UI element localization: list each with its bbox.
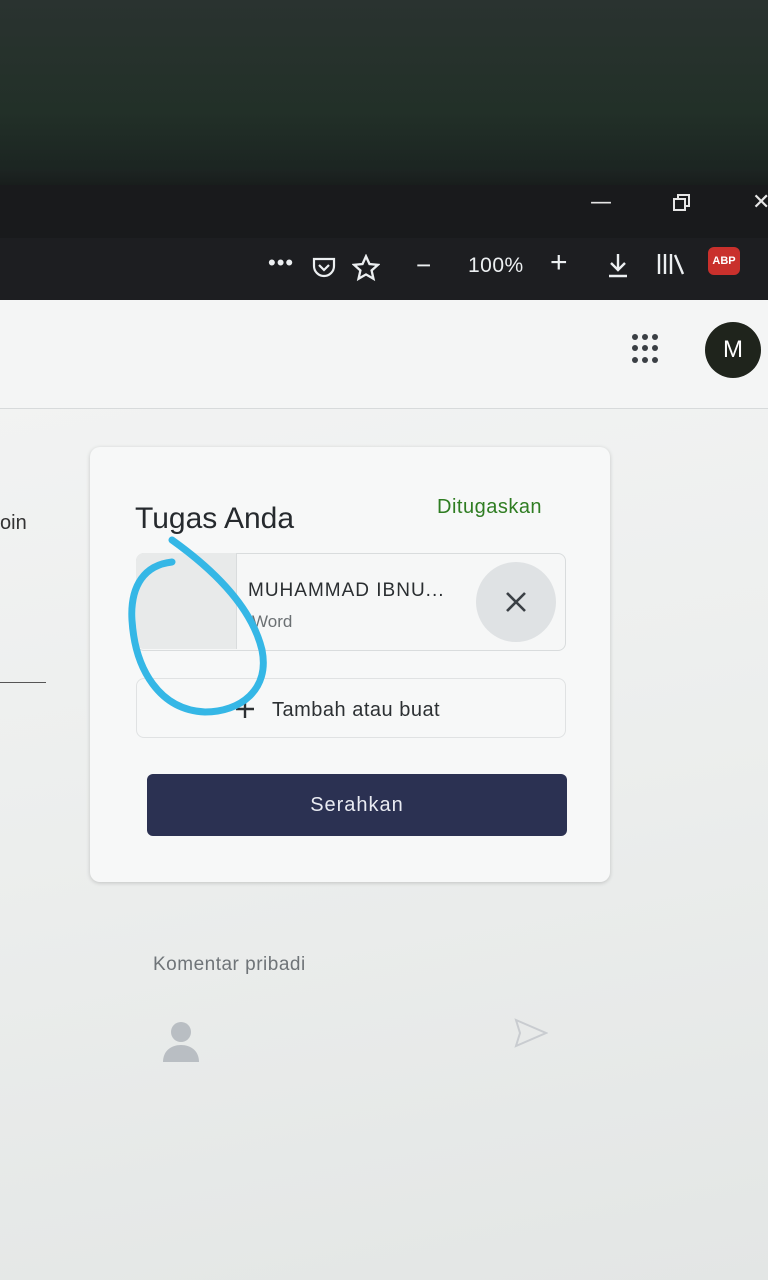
- more-icon[interactable]: •••: [268, 250, 294, 276]
- adblock-icon[interactable]: ABP: [708, 247, 740, 275]
- remove-attachment-button[interactable]: [476, 562, 556, 642]
- send-icon[interactable]: [514, 1018, 548, 1048]
- left-panel-text: oin: [0, 512, 27, 534]
- zoom-out-icon[interactable]: −: [416, 250, 431, 281]
- monitor-bezel: [0, 0, 768, 185]
- submit-button[interactable]: Serahkan: [147, 774, 567, 836]
- download-icon[interactable]: [606, 252, 630, 284]
- minimize-icon[interactable]: —: [590, 190, 612, 215]
- close-window-icon[interactable]: ✕: [752, 190, 768, 215]
- add-or-create-label[interactable]: Tambah atau buat: [272, 699, 440, 722]
- restore-icon[interactable]: [672, 193, 692, 219]
- user-avatar-icon: [163, 1022, 199, 1062]
- browser-toolbar: [0, 238, 768, 300]
- status-badge: Ditugaskan: [437, 496, 543, 518]
- browser-titlebar: [0, 185, 768, 240]
- card-title: Tugas Anda: [135, 502, 295, 535]
- zoom-level[interactable]: 100%: [468, 254, 524, 278]
- attachment-name[interactable]: MUHAMMAD IBNU...: [248, 580, 473, 602]
- pocket-icon[interactable]: [312, 256, 336, 284]
- avatar[interactable]: M: [705, 322, 761, 378]
- attachment-thumbnail[interactable]: [136, 553, 237, 649]
- bookmark-star-icon[interactable]: [351, 253, 381, 288]
- library-icon[interactable]: [656, 252, 686, 282]
- zoom-in-icon[interactable]: +: [550, 246, 568, 280]
- plus-icon: [236, 700, 254, 718]
- close-icon: [506, 592, 526, 612]
- attachment-type: Word: [252, 612, 293, 631]
- apps-grid-icon[interactable]: [632, 334, 662, 364]
- left-panel-divider: [0, 682, 46, 683]
- private-comments-label: Komentar pribadi: [153, 954, 306, 975]
